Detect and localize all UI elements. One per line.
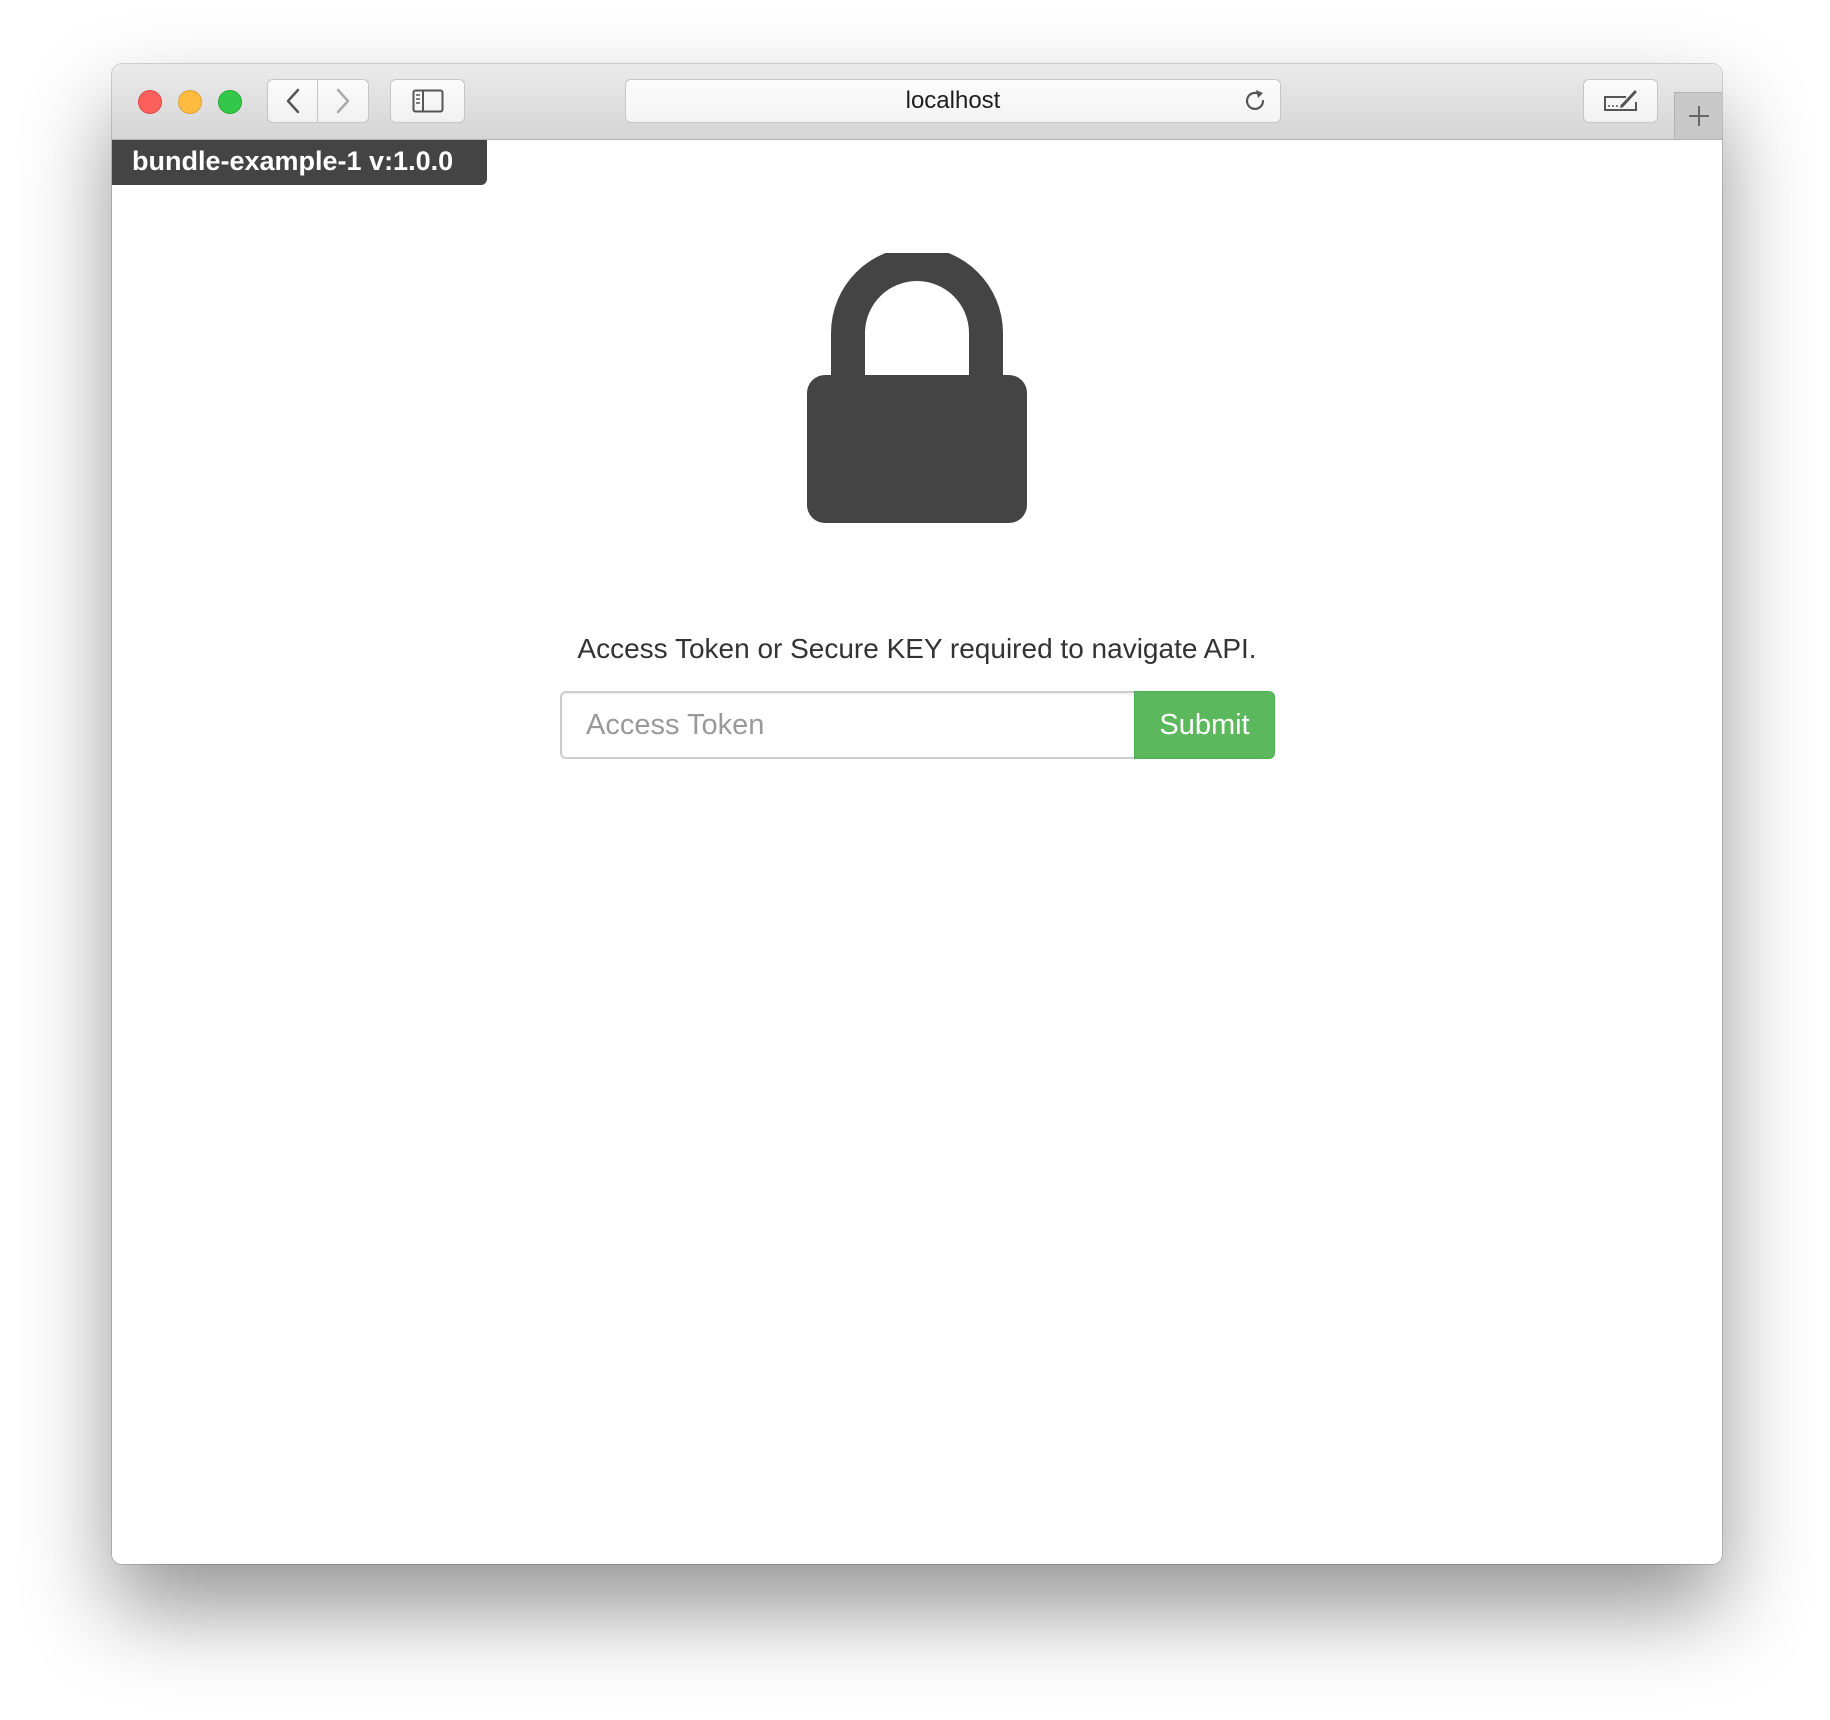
sidebar-icon: [412, 89, 443, 113]
chevron-left-icon: [286, 88, 299, 114]
browser-toolbar: localhost: [112, 64, 1722, 140]
reload-icon[interactable]: [1242, 88, 1268, 114]
sidebar-toggle-button[interactable]: [390, 79, 465, 123]
address-text[interactable]: localhost: [626, 80, 1280, 122]
share-edit-button[interactable]: [1583, 79, 1658, 123]
access-token-input[interactable]: [560, 691, 1135, 759]
plus-icon: [1688, 106, 1709, 126]
close-window-button[interactable]: [138, 90, 162, 114]
minimize-window-button[interactable]: [178, 90, 202, 114]
submit-button[interactable]: Submit: [1134, 691, 1275, 759]
back-button[interactable]: [267, 79, 318, 123]
page-content: bundle-example-1 v:1.0.0 Access Token or…: [112, 140, 1722, 1564]
new-tab-button[interactable]: [1674, 92, 1722, 139]
browser-window: localhost bundle-example-1 v:1.0.0 Acces…: [112, 64, 1722, 1564]
share-edit-icon: [1603, 90, 1637, 111]
lock-icon: [807, 253, 1027, 523]
address-bar[interactable]: localhost: [625, 79, 1281, 123]
access-token-form: Submit: [560, 691, 1275, 759]
version-badge: bundle-example-1 v:1.0.0: [112, 140, 487, 185]
forward-button[interactable]: [318, 79, 369, 123]
access-required-message: Access Token or Secure KEY required to n…: [577, 633, 1257, 664]
chevron-right-icon: [336, 88, 350, 114]
maximize-window-button[interactable]: [218, 90, 242, 114]
